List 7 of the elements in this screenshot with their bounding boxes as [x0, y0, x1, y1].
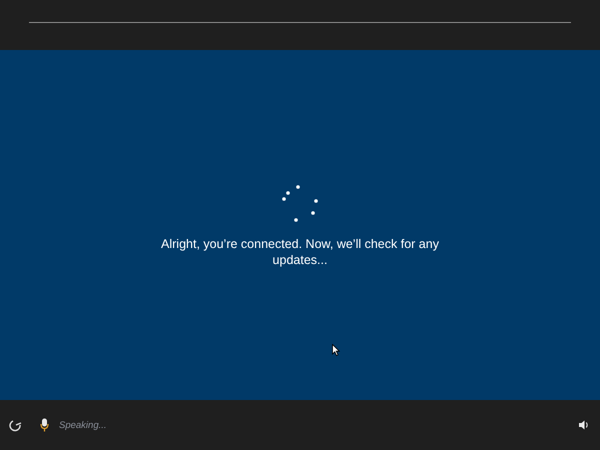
- speech-status: Speaking...: [59, 420, 107, 430]
- ease-of-access-icon[interactable]: [9, 418, 23, 432]
- volume-icon[interactable]: [578, 419, 590, 431]
- mouse-cursor-icon: [332, 344, 340, 356]
- microphone-icon[interactable]: [40, 418, 49, 432]
- status-message: Alright, you’re connected. Now, we’ll check for any updates...: [160, 236, 440, 268]
- loading-spinner-icon: [282, 185, 318, 222]
